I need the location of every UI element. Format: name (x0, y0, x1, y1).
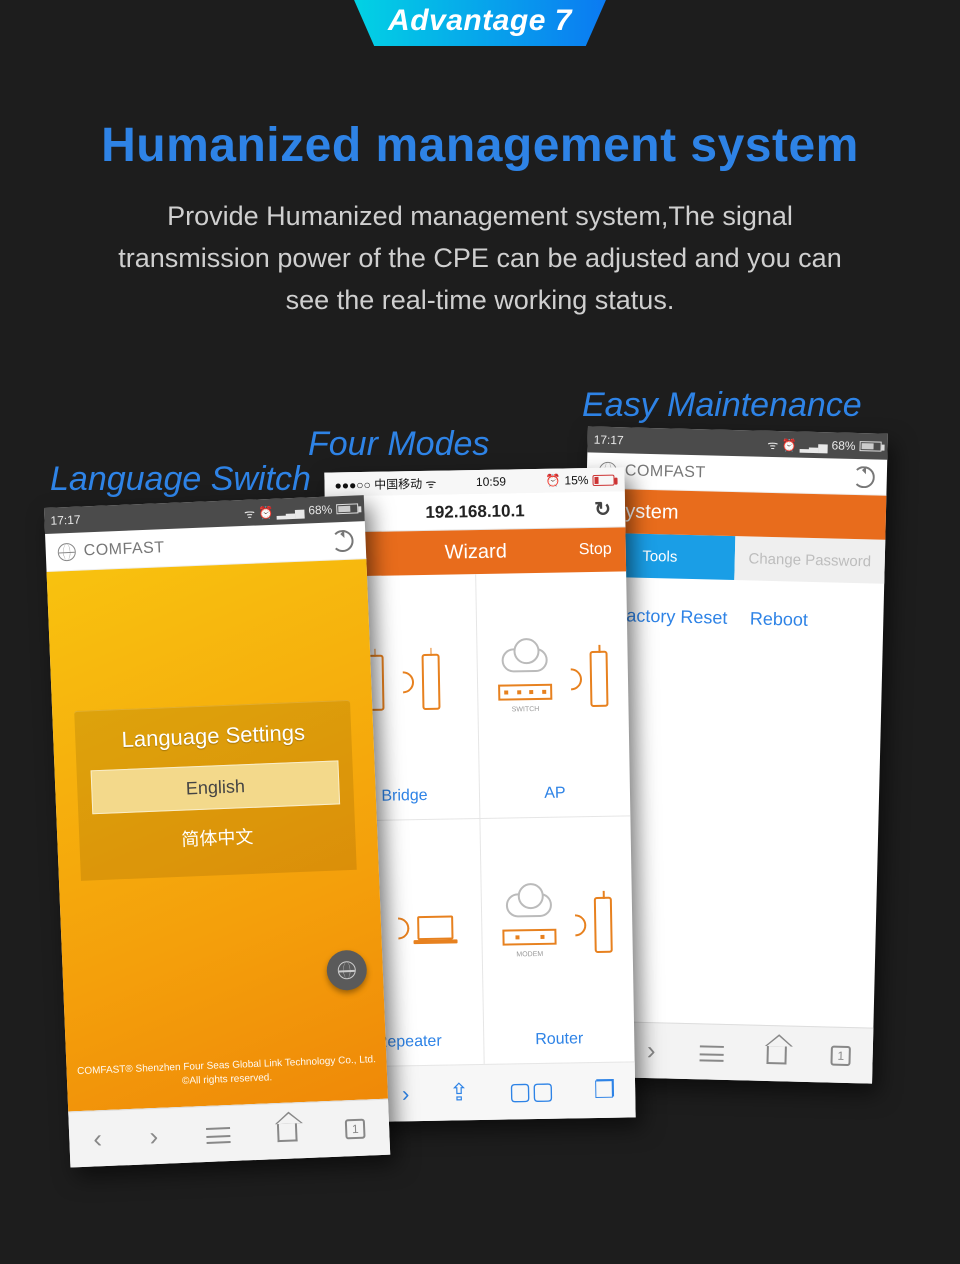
brand-label: COMFAST (625, 462, 706, 482)
caption-language-switch: Language Switch (50, 460, 311, 499)
footer-copyright: COMFAST® Shenzhen Four Seas Global Link … (66, 1053, 387, 1094)
language-option-english[interactable]: English (91, 760, 341, 814)
status-time: 17:17 (593, 433, 623, 448)
signal-icon (382, 912, 413, 943)
caption-easy-maintenance: Easy Maintenance (582, 386, 862, 425)
nav-menu-icon[interactable] (699, 1045, 723, 1060)
nav-forward-icon[interactable]: › (647, 1035, 656, 1066)
status-battery-text: 68% (831, 438, 855, 453)
language-fab[interactable] (326, 949, 368, 991)
bottom-nav: ‹ › 1 (68, 1099, 390, 1168)
status-time: 17:17 (50, 513, 81, 528)
refresh-icon[interactable] (853, 465, 876, 488)
nav-tabs-icon[interactable]: 1 (831, 1045, 851, 1065)
language-settings-card: Language Settings English 简体中文 (74, 700, 357, 881)
switch-icon (498, 683, 552, 700)
nav-home-icon[interactable] (767, 1043, 787, 1063)
signal-icon (555, 664, 586, 695)
mode-router[interactable]: MODEM Router (480, 816, 634, 1064)
page-title: Humanized management system (0, 118, 960, 173)
cloud-icon (506, 893, 552, 918)
mode-label: Bridge (381, 787, 428, 806)
battery-icon (336, 503, 358, 514)
mode-label: AP (544, 785, 566, 803)
modem-label: MODEM (516, 951, 543, 958)
globe-icon (57, 542, 76, 561)
nav-forward-icon[interactable]: › (402, 1081, 410, 1107)
status-time: 10:59 (476, 474, 506, 489)
cpe-icon (421, 654, 440, 710)
status-battery-text: 15% (564, 473, 588, 487)
wizard-header: Wizard Stop (325, 527, 626, 576)
link-factory-reset[interactable]: Factory Reset (615, 605, 728, 628)
signal-icon (560, 909, 591, 940)
caption-four-modes: Four Modes (308, 425, 489, 464)
status-icons: ᯤ ⏰ ▂▃▅ (244, 502, 305, 521)
section-header-system[interactable]: System (585, 488, 886, 539)
nav-forward-icon[interactable]: › (149, 1121, 159, 1152)
status-carrier: ●●●○○ 中国移动 ᯤ (334, 474, 436, 493)
address-text: 192.168.10.1 (425, 501, 525, 523)
mode-ap[interactable]: SWITCH AP (476, 571, 630, 819)
nav-tabs-icon[interactable]: 1 (345, 1118, 366, 1139)
refresh-icon[interactable] (331, 529, 354, 552)
language-option-chinese[interactable]: 简体中文 (93, 810, 343, 864)
cpe-icon (594, 896, 613, 952)
globe-icon (337, 961, 356, 980)
status-battery-text: 68% (308, 502, 333, 517)
cpe-icon (590, 651, 609, 707)
page-subtitle: Provide Humanized management system,The … (110, 196, 850, 322)
link-reboot[interactable]: Reboot (750, 608, 809, 629)
battery-icon (592, 474, 614, 485)
brand-label: COMFAST (83, 539, 165, 560)
status-icons: ᯤ ⏰ ▂▃▅ (767, 435, 828, 453)
tab-change-password[interactable]: Change Password (734, 536, 885, 584)
battery-icon (859, 441, 881, 452)
advantage-tag: Advantage 7 (354, 0, 606, 46)
laptop-icon (417, 915, 453, 940)
bookmarks-icon[interactable]: ▢▢ (509, 1077, 555, 1107)
tabs-icon[interactable]: ❐ (594, 1076, 616, 1105)
phone-language-switch: 17:17 ᯤ ⏰ ▂▃▅ 68% COMFAST Language Setti… (44, 495, 390, 1167)
nav-home-icon[interactable] (277, 1121, 298, 1142)
mode-label: Router (535, 1030, 583, 1049)
wizard-title: Wizard (444, 540, 507, 564)
switch-label: SWITCH (512, 705, 540, 712)
reload-icon[interactable]: ↻ (594, 497, 611, 522)
cloud-icon (501, 647, 547, 672)
signal-icon (387, 667, 418, 698)
share-icon[interactable]: ⇪ (449, 1078, 470, 1107)
address-bar[interactable]: 192.168.10.1 ↻ (325, 491, 626, 532)
wizard-stop-button[interactable]: Stop (579, 541, 612, 560)
nav-back-icon[interactable]: ‹ (93, 1123, 103, 1154)
tabs: Tools Change Password (584, 532, 885, 583)
card-title: Language Settings (89, 718, 338, 754)
nav-menu-icon[interactable] (206, 1127, 231, 1142)
modem-icon (502, 929, 556, 946)
alarm-icon: ⏰ (545, 474, 560, 488)
